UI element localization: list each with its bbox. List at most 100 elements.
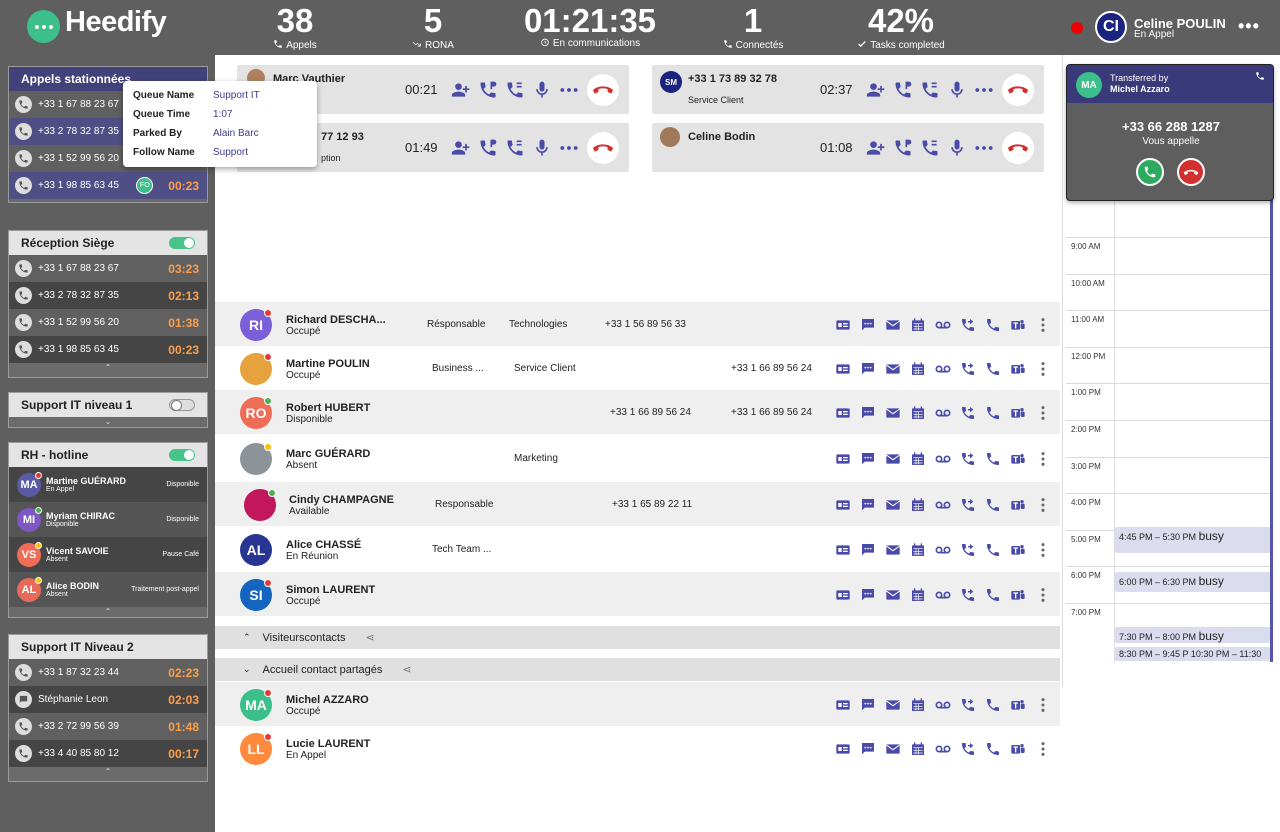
more-vertical-icon[interactable] xyxy=(1035,587,1051,603)
collapse-icon[interactable]: ⌃ xyxy=(9,767,207,777)
chat-icon[interactable] xyxy=(860,451,876,467)
transfer-call-icon[interactable] xyxy=(920,80,940,100)
call-forward-icon[interactable] xyxy=(960,587,976,603)
contact-row[interactable]: Martine POULIN Occupé Business ... Servi… xyxy=(215,346,1060,390)
transfer-call-icon[interactable] xyxy=(505,138,525,158)
share-icon[interactable]: ⋖ xyxy=(402,663,411,676)
email-icon[interactable] xyxy=(885,697,901,713)
contact-card-icon[interactable] xyxy=(835,542,851,558)
teams-icon[interactable] xyxy=(1010,497,1026,513)
queue-toggle[interactable] xyxy=(169,399,195,411)
teams-icon[interactable] xyxy=(1010,405,1026,421)
contact-row[interactable]: RO Robert HUBERT Disponible +33 1 66 89 … xyxy=(215,390,1060,434)
transfer-call-icon[interactable] xyxy=(920,138,940,158)
calendar-hour-row[interactable]: 12:00 PM xyxy=(1066,346,1273,384)
calendar-event[interactable]: 6:00 PM – 6:30 PM busy xyxy=(1115,572,1271,592)
calendar-hour-row[interactable]: 11:00 AM xyxy=(1066,310,1273,347)
calendar-hour-row[interactable]: 9:00 AM xyxy=(1066,237,1273,274)
email-icon[interactable] xyxy=(885,361,901,377)
calendar-icon[interactable] xyxy=(910,697,926,713)
chat-icon[interactable] xyxy=(860,741,876,757)
answer-button[interactable] xyxy=(1136,158,1164,186)
queue-call-row[interactable]: +33 1 98 85 63 45 00:23 xyxy=(9,336,207,363)
queue-call-row[interactable]: +33 4 40 85 80 12 00:17 xyxy=(9,740,207,767)
contact-row[interactable]: RI Richard DESCHA... Occupé Résponsable … xyxy=(215,302,1060,346)
calendar-icon[interactable] xyxy=(910,451,926,467)
call-forward-icon[interactable] xyxy=(960,405,976,421)
voicemail-icon[interactable] xyxy=(935,497,951,513)
parked-by-badge[interactable]: FO xyxy=(136,177,154,194)
contact-row[interactable]: MA Michel AZZARO Occupé xyxy=(215,682,1060,726)
more-vertical-icon[interactable] xyxy=(1035,317,1051,333)
queue-call-row[interactable]: +33 1 67 88 23 67 03:23 xyxy=(9,255,207,282)
agent-row[interactable]: MA Martine GUÉRARD En Appel Disponible xyxy=(9,467,207,502)
more-vertical-icon[interactable] xyxy=(1035,542,1051,558)
collapse-icon[interactable]: ⌃ xyxy=(9,607,207,617)
agent-row[interactable]: AL Alice BODIN Absent Traitement post-app… xyxy=(9,572,207,607)
contact-row[interactable]: AL Alice CHASSÉ En Réunion Tech Team ... xyxy=(215,527,1060,571)
contact-row[interactable]: Cindy CHAMPAGNE Available Responsable +3… xyxy=(215,482,1060,526)
calendar-icon[interactable] xyxy=(910,542,926,558)
queue-call-row[interactable]: +33 2 78 32 87 35 02:13 xyxy=(9,282,207,309)
voicemail-icon[interactable] xyxy=(935,451,951,467)
contact-row[interactable]: Marc GUÉRARD Absent Marketing xyxy=(215,436,1060,480)
more-horizontal-icon[interactable] xyxy=(974,138,994,158)
teams-icon[interactable] xyxy=(1010,542,1026,558)
voicemail-icon[interactable] xyxy=(935,542,951,558)
chat-icon[interactable] xyxy=(860,405,876,421)
queue-call-row[interactable]: +33 1 52 99 56 20 01:38 xyxy=(9,309,207,336)
contact-card-icon[interactable] xyxy=(835,741,851,757)
calendar-icon[interactable] xyxy=(910,405,926,421)
email-icon[interactable] xyxy=(885,741,901,757)
more-vertical-icon[interactable] xyxy=(1035,697,1051,713)
expand-icon[interactable]: ⌄ xyxy=(9,417,207,427)
transfer-call-icon[interactable] xyxy=(505,80,525,100)
contact-mobile[interactable]: +33 1 66 89 56 24 xyxy=(731,407,812,418)
call-forward-icon[interactable] xyxy=(960,361,976,377)
calendar-icon[interactable] xyxy=(910,741,926,757)
voicemail-icon[interactable] xyxy=(935,317,951,333)
contact-mobile[interactable]: +33 1 66 89 56 24 xyxy=(731,363,812,374)
more-vertical-icon[interactable] xyxy=(1035,361,1051,377)
teams-icon[interactable] xyxy=(1010,587,1026,603)
chat-icon[interactable] xyxy=(860,317,876,333)
email-icon[interactable] xyxy=(885,317,901,333)
calendar-hour-row[interactable]: 10:00 AM xyxy=(1066,273,1273,311)
queue-call-row[interactable]: +33 2 72 99 56 39 01:48 xyxy=(9,713,207,740)
microphone-icon[interactable] xyxy=(947,80,967,100)
queue-toggle[interactable] xyxy=(169,237,195,249)
more-vertical-icon[interactable] xyxy=(1035,741,1051,757)
chevron-up-icon[interactable]: ⌃ xyxy=(243,632,251,643)
more-horizontal-icon[interactable] xyxy=(974,80,994,100)
user-avatar[interactable]: CI xyxy=(1095,11,1127,43)
contact-phone[interactable]: +33 1 56 89 56 33 xyxy=(605,319,686,330)
queue-toggle[interactable] xyxy=(169,449,195,461)
phone-icon[interactable] xyxy=(985,587,1001,603)
voicemail-icon[interactable] xyxy=(935,697,951,713)
call-forward-icon[interactable] xyxy=(960,741,976,757)
decline-button[interactable] xyxy=(1177,158,1205,186)
hangup-button[interactable] xyxy=(587,132,619,164)
microphone-icon[interactable] xyxy=(532,138,552,158)
voicemail-icon[interactable] xyxy=(935,405,951,421)
more-vertical-icon[interactable] xyxy=(1035,497,1051,513)
parked-row[interactable]: +33 1 98 85 63 45 FO 00:23 xyxy=(9,172,207,199)
calendar-icon[interactable] xyxy=(910,497,926,513)
add-participant-icon[interactable] xyxy=(866,138,886,158)
active-call-card[interactable]: Celine Bodin 01:08 xyxy=(652,123,1044,172)
email-icon[interactable] xyxy=(885,405,901,421)
microphone-icon[interactable] xyxy=(947,138,967,158)
email-icon[interactable] xyxy=(885,451,901,467)
chat-icon[interactable] xyxy=(860,361,876,377)
queue-call-row[interactable]: +33 1 87 32 23 44 02:23 xyxy=(9,659,207,686)
calendar-hour-row[interactable]: 4:00 PM xyxy=(1066,493,1273,530)
more-vertical-icon[interactable] xyxy=(1035,405,1051,421)
email-icon[interactable] xyxy=(885,497,901,513)
contact-card-icon[interactable] xyxy=(835,361,851,377)
contact-group-visitors[interactable]: ⌃ Visiteurscontacts ⋖ xyxy=(215,626,1060,649)
chat-icon[interactable] xyxy=(860,497,876,513)
calendar-event[interactable]: 7:30 PM – 8:00 PM busy xyxy=(1115,627,1271,643)
chat-icon[interactable] xyxy=(860,587,876,603)
contact-phone[interactable]: +33 1 65 89 22 11 xyxy=(612,499,692,510)
chat-icon[interactable] xyxy=(860,542,876,558)
